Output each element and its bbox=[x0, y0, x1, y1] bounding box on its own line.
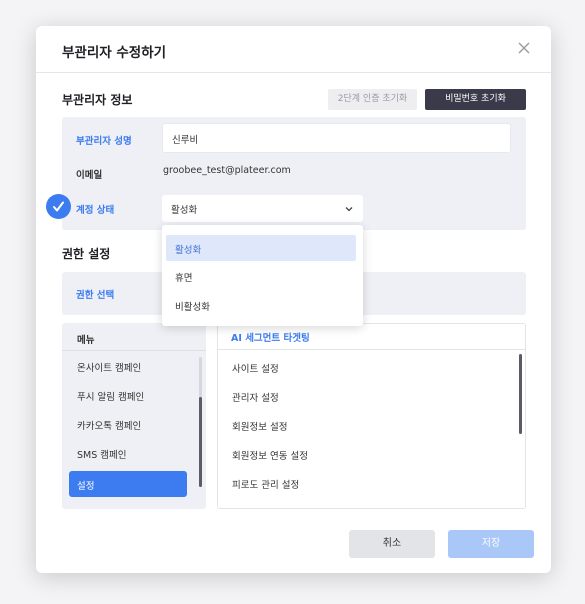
check-icon bbox=[46, 194, 71, 219]
save-button[interactable]: 저장 bbox=[448, 530, 534, 558]
menu-item-onsite-campaign[interactable]: 온사이트 캠페인 bbox=[77, 360, 141, 374]
sub-item-member-sync-settings[interactable]: 회원정보 연동 설정 bbox=[232, 448, 308, 462]
menu-panel-header: 메뉴 bbox=[62, 323, 206, 351]
sub-menu-panel: AI 세그먼트 타겟팅 사이트 설정 관리자 설정 회원정보 설정 회원정보 연… bbox=[217, 323, 526, 509]
cancel-button[interactable]: 취소 bbox=[349, 530, 435, 558]
modal-title: 부관리자 수정하기 bbox=[62, 45, 167, 61]
status-label: 계정 상태 bbox=[76, 205, 115, 216]
admin-info-box: 부관리자 성명 신루비 이메일 groobee_test@plateer.com… bbox=[62, 117, 526, 230]
name-field[interactable]: 신루비 bbox=[162, 123, 511, 153]
account-status-value: 활성화 bbox=[171, 205, 198, 216]
menu-item-settings[interactable]: 설정 bbox=[69, 471, 187, 497]
status-option-active[interactable]: 활성화 bbox=[166, 235, 356, 261]
chevron-down-icon bbox=[345, 207, 353, 212]
name-label: 부관리자 성명 bbox=[76, 136, 132, 147]
menu-item-sms-campaign[interactable]: SMS 캠페인 bbox=[77, 447, 127, 461]
sub-menu-scrollbar-thumb[interactable] bbox=[519, 354, 522, 434]
sub-item-site-settings[interactable]: 사이트 설정 bbox=[232, 361, 279, 375]
reset-2fa-button[interactable]: 2단계 인증 초기화 bbox=[328, 89, 417, 110]
admin-info-section-title: 부관리자 정보 bbox=[62, 93, 133, 107]
permission-select-label: 권한 선택 bbox=[76, 290, 115, 301]
status-option-inactive[interactable]: 비활성화 bbox=[166, 292, 356, 318]
permissions-section-title: 권한 설정 bbox=[62, 247, 111, 261]
sub-menu-header: AI 세그먼트 타겟팅 bbox=[218, 324, 525, 350]
sub-item-fatigue-settings[interactable]: 피로도 관리 설정 bbox=[232, 477, 299, 491]
menu-panel: 메뉴 온사이트 캠페인 푸시 알림 캠페인 카카오톡 캠페인 SMS 캠페인 설… bbox=[62, 323, 206, 509]
menu-item-kakaotalk-campaign[interactable]: 카카오톡 캠페인 bbox=[77, 418, 141, 432]
sub-item-admin-settings[interactable]: 관리자 설정 bbox=[232, 390, 279, 404]
edit-subadmin-modal: 부관리자 수정하기 부관리자 정보 2단계 인증 초기화 비밀번호 초기화 부관… bbox=[36, 26, 551, 573]
menu-scrollbar-thumb[interactable] bbox=[199, 397, 202, 487]
sub-item-member-info-settings[interactable]: 회원정보 설정 bbox=[232, 419, 287, 433]
close-icon[interactable] bbox=[515, 39, 533, 57]
menu-item-push-campaign[interactable]: 푸시 알림 캠페인 bbox=[77, 389, 144, 403]
status-option-dormant[interactable]: 휴면 bbox=[166, 263, 356, 289]
account-status-dropdown: 활성화 휴면 비활성화 bbox=[162, 225, 363, 326]
reset-password-button[interactable]: 비밀번호 초기화 bbox=[425, 89, 526, 110]
menu-scrollbar[interactable] bbox=[199, 357, 202, 487]
modal-header: 부관리자 수정하기 bbox=[36, 26, 551, 73]
email-label: 이메일 bbox=[76, 170, 103, 181]
account-status-select[interactable]: 활성화 bbox=[162, 195, 363, 222]
email-value: groobee_test@plateer.com bbox=[163, 165, 291, 176]
